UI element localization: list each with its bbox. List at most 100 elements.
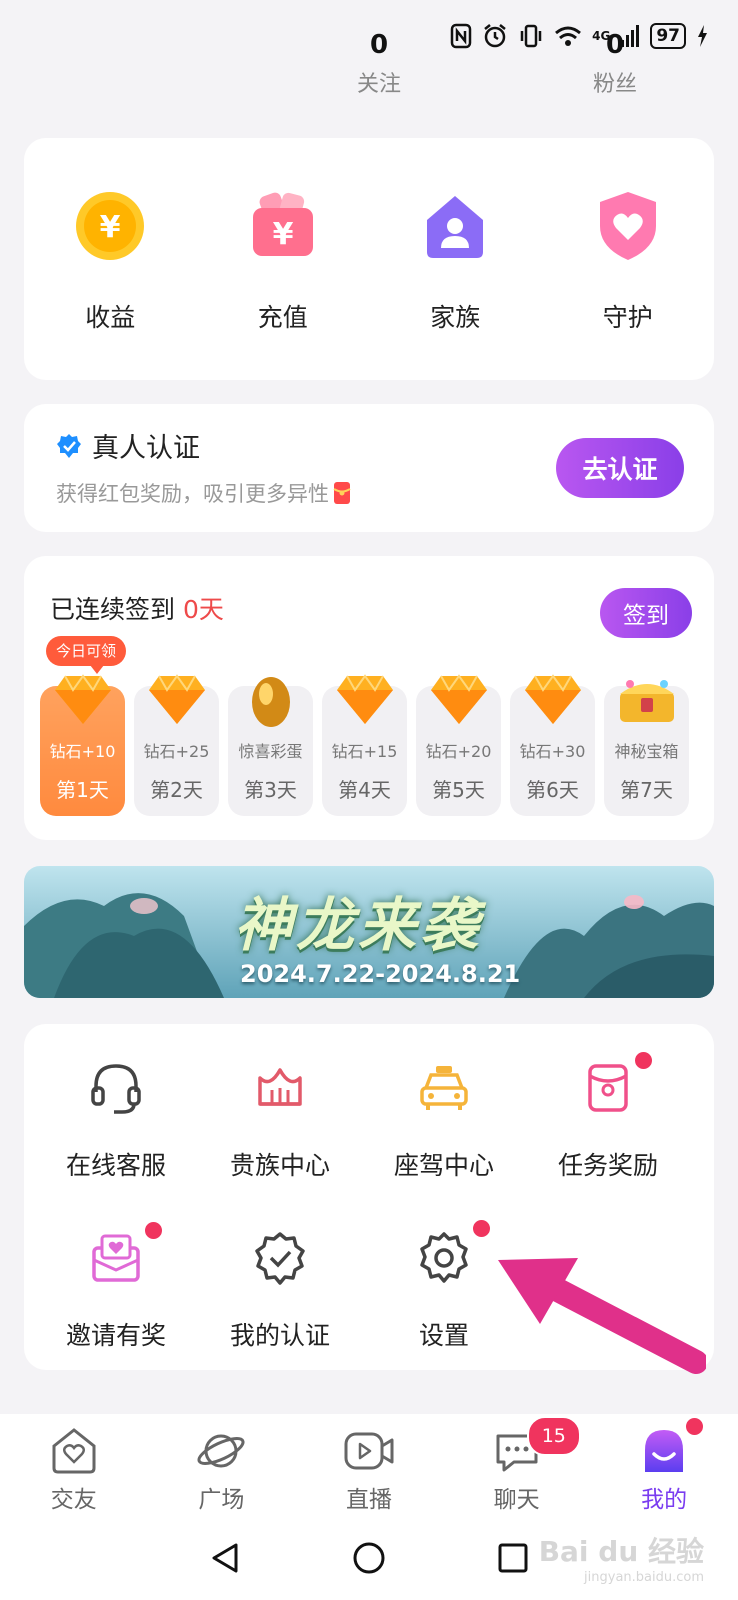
tab-chat[interactable]: 聊天 15 <box>443 1414 591 1516</box>
car-icon <box>414 1058 474 1118</box>
day-reward: 钻石+20 <box>425 742 492 761</box>
earnings-entry[interactable]: ¥ 收益 <box>24 138 197 380</box>
go-verify-button[interactable]: 去认证 <box>556 438 684 498</box>
day-number: 第4天 <box>338 778 391 802</box>
verification-card: 真人认证 获得红包奖励，吸引更多异性 去认证 <box>24 404 714 532</box>
invite-rewards-entry[interactable]: 邀请有奖 <box>31 1220 201 1352</box>
verified-badge-icon <box>250 1228 310 1288</box>
tab-me[interactable]: 我的 <box>590 1414 738 1516</box>
tab-square[interactable]: 广场 <box>148 1414 296 1516</box>
tab-me-label: 我的 <box>641 1487 688 1513</box>
verified-check-icon <box>57 433 81 458</box>
day-number: 第2天 <box>150 778 203 802</box>
crown-icon <box>250 1058 310 1118</box>
pointer-arrow <box>498 1258 706 1374</box>
back-icon[interactable] <box>208 1541 242 1575</box>
tab-friends[interactable]: 交友 <box>0 1414 148 1516</box>
nobility-center-label: 贵族中心 <box>229 1151 330 1180</box>
day-reward: 惊喜彩蛋 <box>238 742 303 761</box>
red-envelope-icon <box>333 482 351 504</box>
verification-title: 真人认证 <box>56 426 200 465</box>
yen-coin-icon: ¥ <box>74 190 146 262</box>
sign-in-day-1[interactable]: 钻石+10 第1天 <box>40 674 125 816</box>
diamond-icon <box>429 668 489 732</box>
fans-count[interactable]: 0 <box>575 30 655 60</box>
day-reward: 神秘宝箱 <box>614 742 679 761</box>
banner-title: 神龙来袭 <box>234 891 483 959</box>
sign-in-day-6[interactable]: 钻石+30 第6天 <box>510 674 595 816</box>
alarm-icon <box>484 24 506 48</box>
heart-shield-icon <box>592 190 664 262</box>
task-rewards-label: 任务奖励 <box>557 1151 658 1180</box>
settings-notification-dot <box>471 1218 492 1239</box>
fans-label[interactable]: 粉丝 <box>565 66 665 98</box>
event-banner[interactable]: 神龙来袭 2024.7.22-2024.8.21 <box>24 866 714 998</box>
treasure-chest-icon <box>616 668 678 732</box>
nobility-center-entry[interactable]: 贵族中心 <box>195 1058 365 1182</box>
tab-square-label: 广场 <box>198 1487 245 1513</box>
watermark-url: jingyan.baidu.com <box>584 1570 704 1585</box>
recents-icon[interactable] <box>496 1541 530 1575</box>
vibrate-icon <box>520 24 542 48</box>
guard-entry[interactable]: 守护 <box>542 138 715 380</box>
sign-in-day-2[interactable]: 钻石+25 第2天 <box>134 674 219 816</box>
sign-in-days: 0天 <box>182 595 224 624</box>
sign-in-day-4[interactable]: 钻石+15 第4天 <box>322 674 407 816</box>
sign-in-day-3[interactable]: 惊喜彩蛋 第3天 <box>228 677 313 816</box>
task-rewards-entry[interactable]: 任务奖励 <box>523 1050 693 1182</box>
verification-title-text: 真人认证 <box>92 433 200 464</box>
watermark-brand: Bai du 经验 <box>538 1535 704 1568</box>
day-reward: 钻石+25 <box>143 742 210 761</box>
nfc-icon <box>450 23 472 49</box>
watermark: Bai du 经验 jingyan.baidu.com <box>539 1530 704 1585</box>
tab-friends-label: 交友 <box>50 1487 97 1513</box>
vehicle-center-label: 座驾中心 <box>393 1151 494 1180</box>
sign-in-day-7[interactable]: 神秘宝箱 第7天 <box>604 680 689 816</box>
me-notification-dot <box>684 1416 706 1437</box>
invite-rewards-label: 邀请有奖 <box>65 1321 166 1350</box>
vehicle-center-entry[interactable]: 座驾中心 <box>359 1058 529 1182</box>
heart-house-icon <box>52 1428 96 1474</box>
profile-icon <box>645 1430 684 1472</box>
tab-chat-label: 聊天 <box>493 1487 540 1513</box>
sign-in-day-5[interactable]: 钻石+20 第5天 <box>416 674 501 816</box>
tab-live[interactable]: 直播 <box>295 1414 443 1516</box>
charging-icon <box>698 25 707 47</box>
sign-in-button[interactable]: 签到 <box>600 588 692 638</box>
red-packet-icon <box>578 1050 654 1118</box>
guard-label: 守护 <box>602 303 653 332</box>
bottom-tab-bar: 交友 广场 直播 聊天 15 我的 <box>0 1414 738 1516</box>
family-entry[interactable]: 家族 <box>369 138 542 380</box>
diamond-icon <box>523 668 583 732</box>
planet-icon <box>197 1434 245 1468</box>
my-verification-entry[interactable]: 我的认证 <box>195 1228 365 1352</box>
recharge-entry[interactable]: ¥ 充值 <box>197 138 370 380</box>
recharge-label: 充值 <box>257 303 308 332</box>
following-label[interactable]: 关注 <box>329 66 429 98</box>
task-rewards-notification-dot <box>633 1050 654 1071</box>
day-number: 第5天 <box>432 778 485 802</box>
sign-in-days-row: 钻石+10 第1天 钻石+25 第2天 惊喜彩蛋 第3天 钻石+15 第4天 钻… <box>40 674 689 816</box>
day-number: 第3天 <box>244 778 297 802</box>
home-icon[interactable] <box>352 1541 386 1575</box>
customer-service-entry[interactable]: 在线客服 <box>31 1058 201 1182</box>
sign-in-streak: 已连续签到 0天 <box>50 590 224 626</box>
day-number: 第6天 <box>526 778 579 802</box>
invite-envelope-icon <box>86 1220 164 1288</box>
settings-label: 设置 <box>418 1321 469 1350</box>
verification-subtitle: 获得红包奖励，吸引更多异性 <box>56 478 351 508</box>
tab-live-label: 直播 <box>345 1487 392 1513</box>
battery-level: 97 <box>650 23 686 49</box>
verification-subtitle-text: 获得红包奖励，吸引更多异性 <box>56 482 329 506</box>
quick-entry-card: ¥ 收益 ¥ 充值 家族 守护 <box>24 138 714 380</box>
day-reward: 钻石+15 <box>331 742 398 761</box>
gear-icon <box>414 1218 492 1288</box>
my-verification-label: 我的认证 <box>229 1321 330 1350</box>
sign-in-prefix: 已连续签到 <box>50 595 176 624</box>
headset-icon <box>86 1058 146 1118</box>
diamond-icon <box>147 668 207 732</box>
day-reward: 钻石+30 <box>519 742 586 761</box>
banner-dates: 2024.7.22-2024.8.21 <box>240 960 521 988</box>
sign-in-card: 已连续签到 0天 签到 今日可领 钻石+10 第1天 钻石+25 第2天 惊喜彩… <box>24 556 714 840</box>
following-count[interactable]: 0 <box>339 30 419 60</box>
